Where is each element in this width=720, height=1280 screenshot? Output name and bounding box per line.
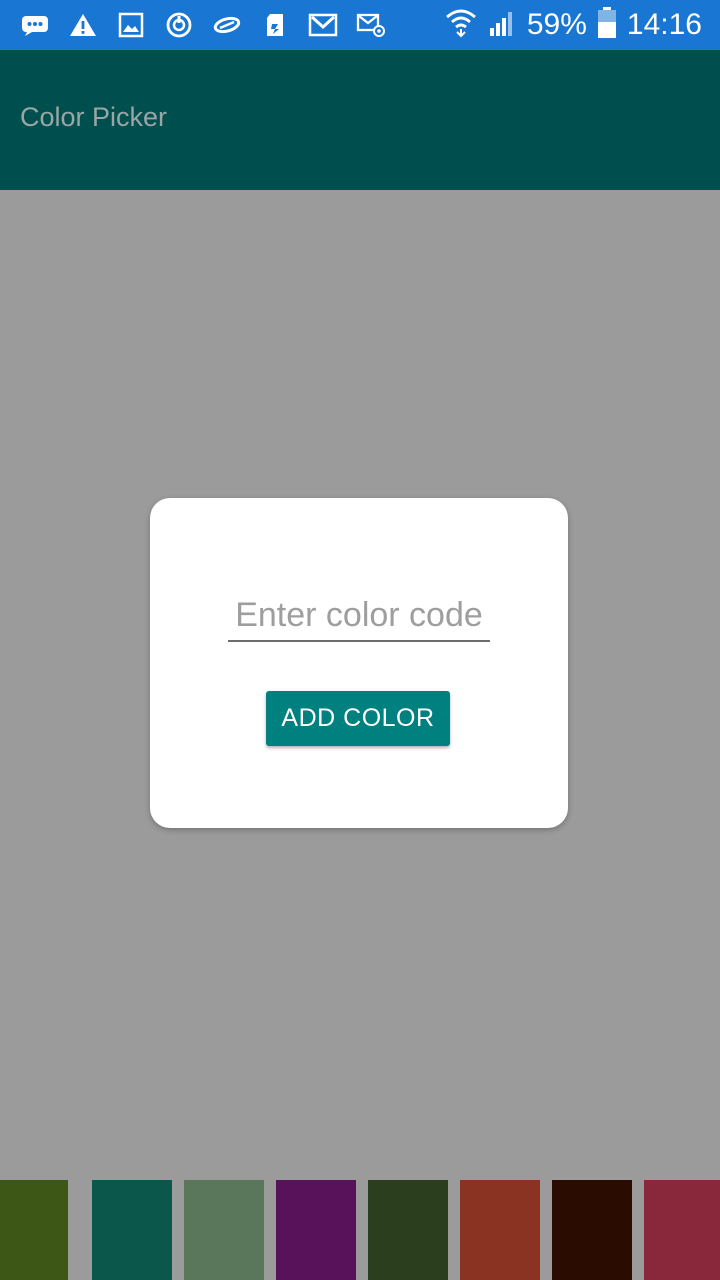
color-swatch[interactable] bbox=[368, 1180, 448, 1280]
color-swatch[interactable] bbox=[92, 1180, 172, 1280]
messages-icon bbox=[18, 8, 52, 42]
image-icon bbox=[114, 8, 148, 42]
clock: 14:16 bbox=[626, 8, 702, 41]
color-swatch[interactable] bbox=[460, 1180, 540, 1280]
link-icon bbox=[210, 8, 244, 42]
color-swatch[interactable] bbox=[644, 1180, 720, 1280]
add-color-button[interactable]: ADD COLOR bbox=[266, 691, 450, 746]
gmail-icon bbox=[306, 8, 340, 42]
battery-percent: 59% bbox=[526, 8, 587, 41]
color-code-input[interactable] bbox=[228, 590, 490, 642]
notification-icons bbox=[18, 8, 388, 42]
email-icon bbox=[354, 8, 388, 42]
warning-icon bbox=[66, 8, 100, 42]
battery-icon bbox=[597, 7, 617, 43]
sync-icon bbox=[162, 8, 196, 42]
add-color-dialog: ADD COLOR bbox=[150, 498, 568, 828]
app-bar: Color Picker bbox=[0, 50, 720, 190]
color-swatch[interactable] bbox=[552, 1180, 632, 1280]
sd-card-icon bbox=[258, 8, 292, 42]
color-swatch-row bbox=[0, 1180, 720, 1280]
color-swatch[interactable] bbox=[0, 1180, 68, 1280]
wifi-icon bbox=[445, 8, 477, 42]
color-swatch[interactable] bbox=[184, 1180, 264, 1280]
color-swatch[interactable] bbox=[276, 1180, 356, 1280]
cell-signal-icon bbox=[487, 8, 517, 42]
status-bar: 59% 14:16 bbox=[0, 0, 720, 50]
system-status: 59% 14:16 bbox=[445, 6, 702, 44]
app-title: Color Picker bbox=[20, 102, 168, 132]
